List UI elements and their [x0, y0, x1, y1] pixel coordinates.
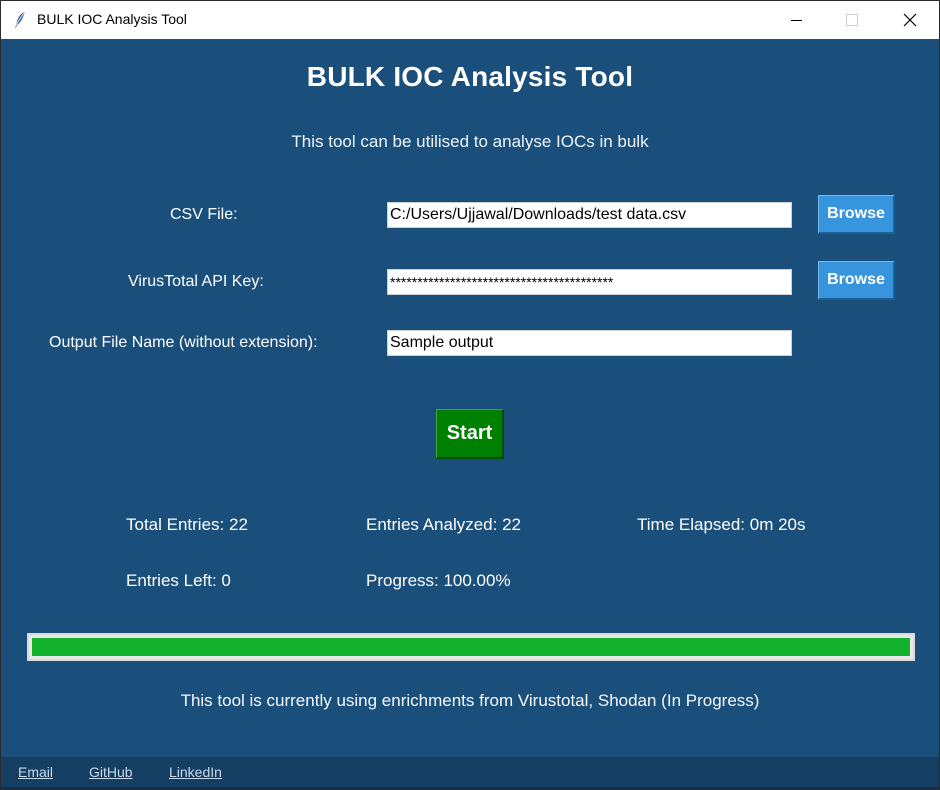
progress-text: Progress: 100.00% — [366, 571, 511, 590]
output-file-input[interactable]: Sample output — [387, 330, 792, 356]
total-entries-text: Total Entries: 22 — [126, 515, 248, 534]
enrichment-note: This tool is currently using enrichments… — [180, 691, 760, 710]
footer-divider — [1, 787, 939, 789]
main-panel: BULK IOC Analysis Tool This tool can be … — [1, 39, 939, 757]
page-subtitle: This tool can be utilised to analyse IOC… — [291, 132, 649, 151]
maximize-button[interactable] — [823, 1, 881, 39]
footer-bar: Email GitHub LinkedIn — [1, 757, 939, 789]
time-elapsed-text: Time Elapsed: 0m 20s — [637, 515, 806, 534]
api-browse-button[interactable]: Browse — [818, 261, 895, 300]
page-title: BULK IOC Analysis Tool — [306, 61, 634, 92]
minimize-button[interactable] — [767, 1, 825, 39]
close-icon — [903, 13, 917, 27]
email-link[interactable]: Email — [18, 764, 53, 780]
api-key-input[interactable]: ****************************************… — [387, 269, 792, 295]
app-window: BULK IOC Analysis Tool BULK IOC Analysis… — [0, 0, 940, 790]
progress-bar-fill — [32, 638, 910, 656]
feather-icon — [15, 10, 26, 29]
entries-analyzed-text: Entries Analyzed: 22 — [366, 515, 521, 534]
title-bar: BULK IOC Analysis Tool — [1, 1, 939, 39]
minimize-icon — [790, 19, 802, 21]
csv-file-label: CSV File: — [170, 206, 238, 223]
maximize-icon — [846, 14, 858, 26]
progress-bar — [27, 633, 915, 661]
output-file-label: Output File Name (without extension): — [49, 334, 318, 351]
csv-browse-button[interactable]: Browse — [818, 195, 895, 234]
api-key-label: VirusTotal API Key: — [128, 273, 264, 290]
close-button[interactable] — [881, 1, 939, 39]
entries-left-text: Entries Left: 0 — [126, 571, 231, 590]
csv-file-input[interactable]: C:/Users/Ujjawal/Downloads/test data.csv — [387, 202, 792, 228]
start-button[interactable]: Start — [436, 409, 504, 459]
github-link[interactable]: GitHub — [89, 764, 133, 780]
linkedin-link[interactable]: LinkedIn — [169, 764, 222, 780]
window-title: BULK IOC Analysis Tool — [37, 11, 187, 27]
